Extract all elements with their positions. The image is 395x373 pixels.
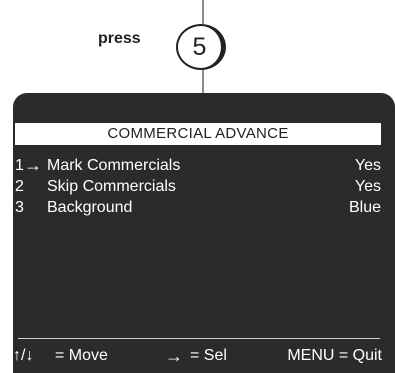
osd-footer: ↑/↓ = Move → = Sel MENU = Quit (13, 345, 382, 367)
remote-key-5-button[interactable]: 5 (176, 24, 226, 70)
tv-osd-screen: COMMERCIAL ADVANCE 1 → Mark Commercials … (13, 93, 395, 373)
up-down-arrows-icon: ↑/↓ (13, 347, 34, 364)
menu-item-background[interactable]: 3 Background Blue (15, 197, 381, 218)
footer-move-hint: = Move (55, 347, 108, 364)
connector-line-bottom (202, 70, 204, 93)
menu-item-label: Mark Commercials (47, 157, 181, 174)
footer-quit-hint: MENU = Quit (287, 347, 382, 364)
menu-item-number: 1 (15, 157, 24, 174)
footer-divider (18, 338, 380, 339)
menu-item-skip-commercials[interactable]: 2 Skip Commercials Yes (15, 176, 381, 197)
menu-item-mark-commercials[interactable]: 1 → Mark Commercials Yes (15, 155, 381, 176)
footer-select-hint: = Sel (190, 347, 227, 364)
menu-item-value: Yes (354, 178, 381, 195)
menu-item-value: Blue (348, 199, 381, 216)
selection-cursor-icon: → (24, 155, 42, 175)
menu-item-number: 3 (15, 199, 24, 216)
menu-item-number: 2 (15, 178, 24, 195)
menu-item-label: Background (47, 199, 133, 216)
menu-title: COMMERCIAL ADVANCE (15, 123, 381, 145)
press-instruction-label: press (98, 30, 141, 47)
key-label: 5 (192, 32, 207, 61)
menu-item-value: Yes (354, 157, 381, 174)
menu-item-label: Skip Commercials (47, 178, 176, 195)
connector-line-top (202, 0, 204, 24)
right-arrow-icon: → (165, 346, 183, 366)
